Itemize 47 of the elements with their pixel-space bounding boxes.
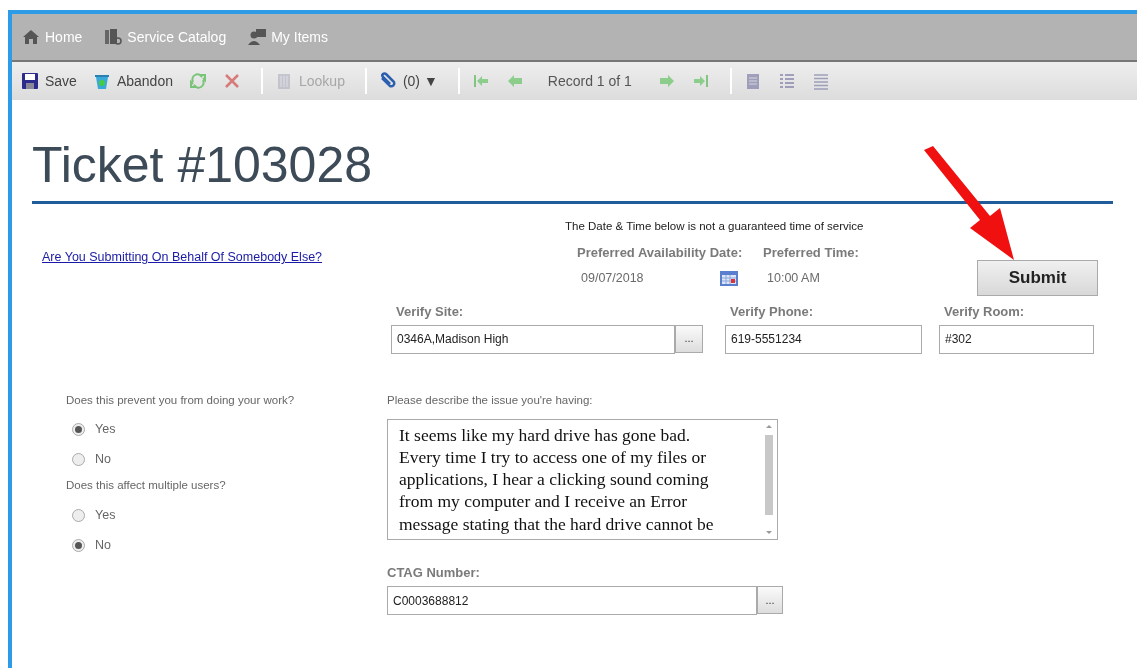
refresh-icon	[189, 72, 207, 90]
description-field[interactable]: It seems like my hard drive has gone bad. Every time I try to access one of my files or applications, I hear a clicking sound coming from my computer and I receive an Error message stating that the hard drive cannot be	[387, 418, 778, 540]
field-label: Preferred Availability Date:	[577, 244, 744, 263]
behalf-link[interactable]: Are You Submitting On Behalf Of Somebody Else?	[42, 250, 323, 264]
time-value: 10:00 AM	[766, 269, 821, 287]
field-label: Verify Room:	[944, 303, 1026, 321]
text-field[interactable]: C0003688812	[387, 586, 757, 616]
field-label: Verify Phone:	[730, 303, 815, 321]
radio-option[interactable]: No	[72, 444, 387, 475]
calendar-icon	[719, 269, 739, 288]
toolbar-button[interactable]: Abandon	[88, 70, 185, 92]
radio-option[interactable]: No	[72, 530, 387, 560]
question-text: Does this affect multiple users?	[66, 477, 227, 493]
field-label: Preferred Time:	[763, 244, 859, 263]
first-record-icon	[471, 72, 490, 90]
text-field[interactable]: 0346A,Madison High	[391, 324, 675, 354]
radio-button[interactable]	[72, 423, 85, 437]
save-icon	[21, 72, 39, 90]
radio-option[interactable]: Yes	[72, 500, 387, 530]
detail-view-icon	[777, 72, 796, 90]
next-record-icon	[657, 72, 676, 90]
lookup-icon	[275, 72, 293, 90]
field-label: Verify Site:	[396, 303, 465, 321]
question-text: Does this prevent you from doing your work?	[66, 392, 296, 408]
lookup-button[interactable]: ...	[757, 586, 783, 615]
toolbar-button[interactable]: (0) ▼	[374, 70, 450, 92]
submit-button[interactable]: Submit	[977, 260, 1098, 296]
radio-button[interactable]	[72, 453, 85, 467]
list-view-icon	[811, 72, 830, 90]
field-label: Please describe the issue you're having:	[387, 392, 594, 408]
text-field[interactable]: #302	[939, 324, 1094, 354]
radio-button[interactable]	[72, 508, 85, 522]
page-title: Ticket #103028	[32, 138, 374, 193]
home-icon	[22, 28, 40, 46]
trash-can-icon	[92, 72, 111, 90]
delete-icon	[223, 72, 241, 90]
field-label: CTAG Number:	[387, 563, 481, 582]
text-field[interactable]: 619-5551234	[725, 324, 922, 354]
disclaimer-text: The Date & Time below is not a guaranteed time of service	[564, 219, 865, 234]
paperclip-icon	[378, 72, 397, 90]
date-value: 09/07/2018	[580, 269, 645, 287]
radio-button[interactable]	[72, 538, 85, 552]
toolbar-button[interactable]: Save	[17, 70, 89, 92]
record-counter: Record 1 of 1	[546, 71, 633, 91]
last-record-icon	[691, 72, 710, 90]
lookup-button[interactable]: ...	[675, 324, 703, 353]
radio-option[interactable]: Yes	[72, 414, 387, 445]
